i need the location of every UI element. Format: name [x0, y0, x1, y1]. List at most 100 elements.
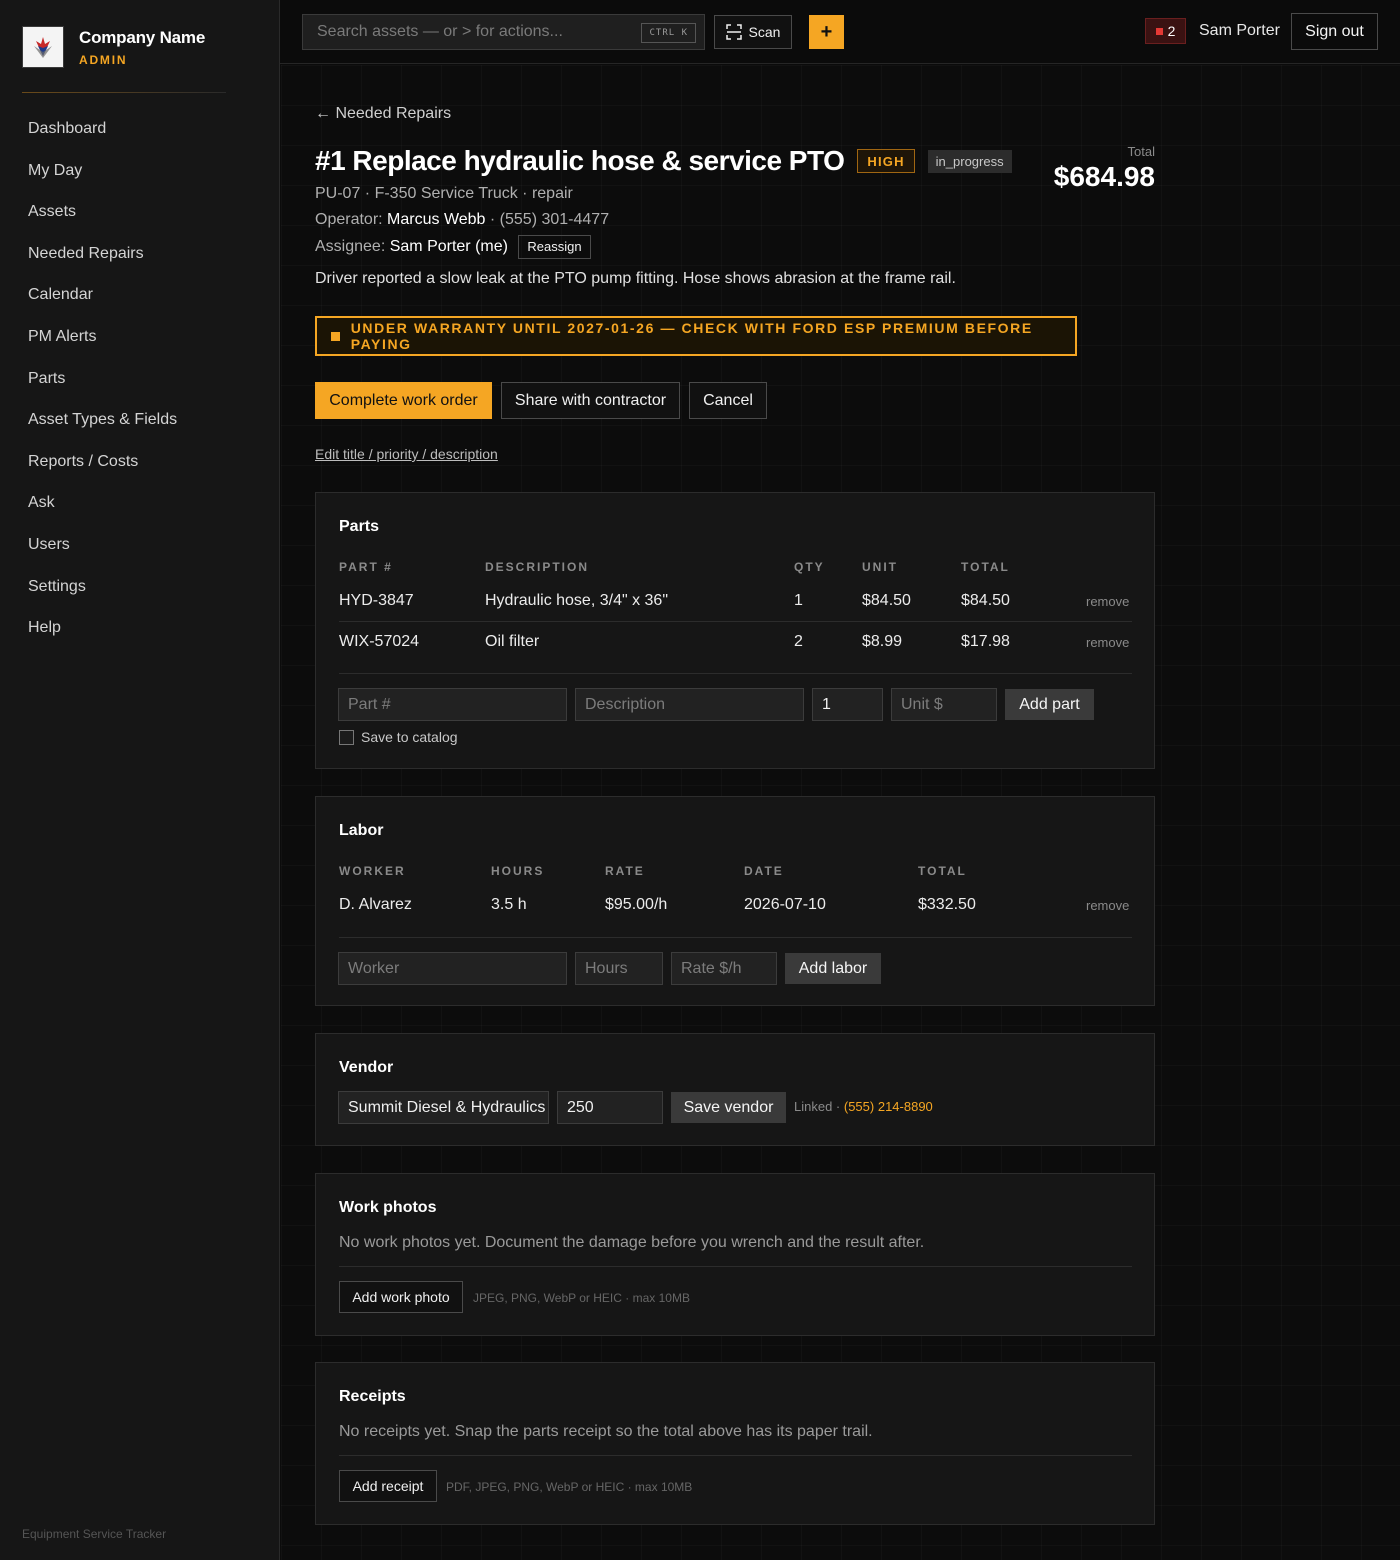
sidebar-item-assets[interactable]: Assets [28, 203, 177, 245]
title-row: #1 Replace hydraulic hose & service PTO … [315, 145, 1012, 177]
part-description-input[interactable]: Description [575, 688, 804, 721]
add-work-photo-button[interactable]: Add work photo [339, 1281, 463, 1313]
linked-label: Linked · [794, 1099, 841, 1114]
labor-header-worker: WORKER [339, 864, 406, 878]
work-photo-hint: JPEG, PNG, WebP or HEIC · max 10MB [473, 1291, 690, 1305]
part-number: HYD-3847 [339, 592, 414, 609]
add-labor-button[interactable]: Add labor [785, 953, 881, 984]
app-footer-label: Equipment Service Tracker [22, 1527, 167, 1541]
sidebar-item-parts[interactable]: Parts [28, 370, 177, 412]
labor-worker: D. Alvarez [339, 896, 412, 913]
sidebar-item-settings[interactable]: Settings [28, 578, 177, 620]
vendor-name-input[interactable]: Summit Diesel & Hydraulics [338, 1091, 549, 1124]
vendor-amount-input[interactable]: 250 [557, 1091, 663, 1124]
row-divider [339, 621, 1132, 622]
labor-card: Labor WORKER HOURS RATE DATE TOTAL D. Al… [315, 796, 1155, 1006]
plus-icon[interactable]: + [809, 15, 844, 49]
row-divider [339, 673, 1132, 674]
description: Driver reported a slow leak at the PTO p… [315, 270, 956, 287]
company-name: Company Name [79, 27, 206, 47]
part-total: $17.98 [961, 633, 1010, 650]
save-to-catalog-label: Save to catalog [361, 729, 458, 745]
share-with-contractor-button[interactable]: Share with contractor [501, 382, 680, 419]
brand[interactable]: Company Name ADMIN [22, 26, 205, 68]
parts-card: Parts PART # DESCRIPTION QTY UNIT TOTAL … [315, 492, 1155, 769]
sidebar-item-ask[interactable]: Ask [28, 494, 177, 536]
labor-rate: $95.00/h [605, 896, 668, 913]
user-name: Sam Porter [1199, 22, 1280, 39]
worker-input[interactable]: Worker [338, 952, 567, 985]
search-input[interactable]: Search assets — or > for actions... CTRL… [302, 14, 705, 50]
remove-part-button[interactable]: remove [1086, 594, 1129, 609]
assignee-line: Assignee: Sam Porter (me) Reassign [315, 235, 591, 259]
hours-input[interactable]: Hours [575, 952, 663, 985]
sidebar-item-dashboard[interactable]: Dashboard [28, 120, 177, 162]
labor-header-hours: HOURS [491, 864, 545, 878]
part-qty: 1 [794, 592, 803, 609]
assignee-label: Assignee: [315, 238, 386, 256]
part-number-input[interactable]: Part # [338, 688, 567, 721]
vendor-phone-link[interactable]: (555) 214-8890 [844, 1099, 933, 1114]
part-unit: $8.99 [862, 633, 903, 650]
save-to-catalog-checkbox[interactable] [339, 730, 354, 745]
labor-header-date: DATE [744, 864, 784, 878]
scan-label: Scan [748, 24, 781, 40]
part-qty: 2 [794, 633, 803, 650]
sidebar-item-help[interactable]: Help [28, 619, 177, 661]
cancel-button[interactable]: Cancel [689, 382, 767, 419]
row-divider [339, 937, 1132, 938]
warranty-banner: UNDER WARRANTY UNTIL 2027-01-26 — CHECK … [315, 316, 1077, 356]
vendor-card: Vendor Summit Diesel & Hydraulics 250 Sa… [315, 1033, 1155, 1146]
part-qty-input[interactable]: 1 [812, 688, 883, 721]
vendor-title: Vendor [339, 1059, 394, 1076]
add-part-button[interactable]: Add part [1005, 689, 1094, 720]
sign-out-button[interactable]: Sign out [1291, 13, 1378, 50]
sidebar-item-pm-alerts[interactable]: PM Alerts [28, 328, 177, 370]
rate-input[interactable]: Rate $/h [671, 952, 777, 985]
save-vendor-button[interactable]: Save vendor [671, 1092, 786, 1123]
remove-part-button[interactable]: remove [1086, 635, 1129, 650]
sidebar-item-my-day[interactable]: My Day [28, 162, 177, 204]
sidebar-item-reports[interactable]: Reports / Costs [28, 453, 177, 495]
part-total: $84.50 [961, 592, 1010, 609]
parts-header-unit: UNIT [862, 560, 898, 574]
sidebar-item-asset-types[interactable]: Asset Types & Fields [28, 411, 177, 453]
shortcut-hint: CTRL K [641, 23, 696, 43]
add-receipt-button[interactable]: Add receipt [339, 1470, 437, 1502]
alert-square-icon [1155, 27, 1163, 35]
sidebar-item-users[interactable]: Users [28, 536, 177, 578]
part-description: Oil filter [485, 633, 540, 650]
labor-title: Labor [339, 822, 384, 839]
parts-header-qty: QTY [794, 560, 825, 574]
sidebar-nav: Dashboard My Day Assets Needed Repairs C… [28, 120, 177, 661]
part-description: Hydraulic hose, 3/4" x 36" [485, 592, 669, 609]
vendor-linked-note: Linked · (555) 214-8890 [794, 1099, 933, 1114]
edit-details-link[interactable]: Edit title / priority / description [315, 446, 498, 462]
work-photos-title: Work photos [339, 1199, 437, 1216]
alert-count: 2 [1167, 23, 1176, 39]
back-link[interactable]: ← Needed Repairs [315, 105, 451, 123]
scan-icon [725, 24, 742, 40]
part-unit-input[interactable]: Unit $ [891, 688, 997, 721]
sidebar-item-needed-repairs[interactable]: Needed Repairs [28, 245, 177, 287]
parts-header-part: PART # [339, 560, 393, 574]
section-divider [339, 1455, 1132, 1456]
operator-label: Operator: [315, 211, 383, 228]
warning-square-icon [331, 331, 340, 341]
part-number: WIX-57024 [339, 633, 420, 650]
total-value: $684.98 [1053, 161, 1155, 192]
reassign-button[interactable]: Reassign [518, 235, 591, 259]
sidebar-item-calendar[interactable]: Calendar [28, 286, 177, 328]
top-bar: Search assets — or > for actions... CTRL… [280, 0, 1400, 64]
operator-line: Operator: Marcus Webb · (555) 301-4477 [315, 211, 609, 229]
remove-labor-button[interactable]: remove [1086, 898, 1129, 913]
company-logo-icon [22, 26, 64, 68]
alerts-badge[interactable]: 2 [1145, 18, 1186, 44]
labor-total: $332.50 [918, 896, 976, 913]
complete-work-order-button[interactable]: Complete work order [315, 382, 492, 419]
asset-line: PU-07 · F-350 Service Truck · repair [315, 185, 573, 202]
warranty-text: UNDER WARRANTY UNTIL 2027-01-26 — CHECK … [350, 320, 1033, 352]
work-photos-empty: No work photos yet. Document the damage … [339, 1234, 925, 1251]
scan-button[interactable]: Scan [714, 15, 792, 49]
sidebar-divider [22, 92, 226, 93]
